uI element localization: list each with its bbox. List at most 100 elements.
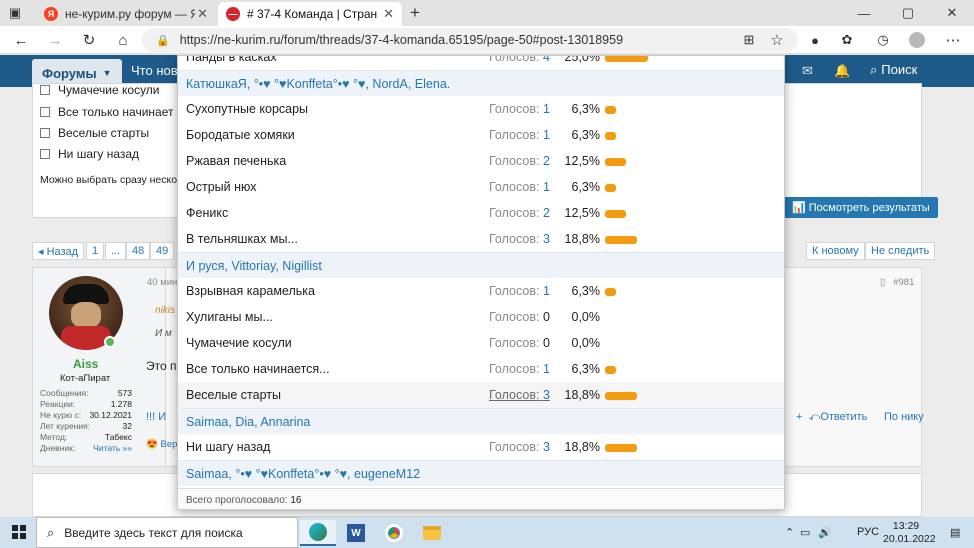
voters-link[interactable]: 1 bbox=[543, 362, 550, 376]
nav-search[interactable]: ⌕ Поиск bbox=[870, 62, 917, 78]
reply-button[interactable]: + ⤺Ответить bbox=[796, 411, 867, 424]
close-window-icon[interactable]: ✕ bbox=[930, 0, 974, 26]
close-icon[interactable]: ✕ bbox=[383, 6, 394, 22]
inbox-icon[interactable]: ✉ bbox=[802, 63, 813, 79]
taskbar-clock[interactable]: 13:29 20.01.2022 bbox=[883, 520, 936, 546]
vote-count[interactable]: Голосов: 3 bbox=[489, 440, 550, 454]
poll-result-row: Ни шагу назад Голосов: 3 18,8% bbox=[178, 434, 784, 460]
voters-link[interactable]: 2 bbox=[543, 154, 550, 168]
reactions[interactable]: 😍 Вер bbox=[146, 439, 177, 450]
voters-link[interactable]: 1 bbox=[543, 180, 550, 194]
voters-link[interactable]: 1 bbox=[543, 102, 550, 116]
voters-link[interactable]: 3 bbox=[543, 388, 550, 402]
poll-option[interactable]: Все только начинает bbox=[40, 105, 174, 119]
voter-names[interactable]: Saimaa, °•♥ °♥Konffeta°•♥ °♥, eugeneM12 bbox=[186, 467, 420, 481]
voters-link[interactable]: 4 bbox=[543, 56, 550, 64]
nav-whats-new[interactable]: Что нов bbox=[131, 63, 178, 78]
checkbox[interactable] bbox=[40, 85, 50, 95]
option-name: Ржавая печенька bbox=[186, 154, 287, 168]
voter-names[interactable]: КатюшкаЯ, °•♥ °♥Konffeta°•♥ °♥, NordA, E… bbox=[186, 77, 450, 91]
bookmark-icon[interactable]: ▯ bbox=[880, 277, 885, 288]
new-tab-button[interactable]: + bbox=[404, 3, 426, 23]
tab-actions-icon[interactable]: ▣ bbox=[4, 3, 26, 23]
checkbox[interactable] bbox=[40, 107, 50, 117]
history-icon[interactable]: ◷ bbox=[872, 30, 894, 50]
unwatch-button[interactable]: Не следить bbox=[865, 242, 936, 260]
home-icon[interactable]: ⌂ bbox=[112, 30, 134, 50]
tab-forum[interactable]: — # 37-4 Команда | Страница 50 | ✕ bbox=[218, 2, 402, 26]
vote-bar bbox=[605, 392, 637, 400]
language-indicator[interactable]: РУС bbox=[857, 526, 879, 538]
prev-page-button[interactable]: ◂ Назад bbox=[32, 242, 85, 260]
page-link[interactable]: 1 bbox=[86, 242, 105, 260]
address-bar[interactable]: 🔒 https://ne-kurim.ru/forum/threads/37-4… bbox=[142, 28, 798, 52]
voters-link[interactable]: 3 bbox=[543, 440, 550, 454]
post-action[interactable]: !!! И bbox=[146, 411, 166, 423]
quote-user[interactable]: nikis bbox=[155, 305, 175, 316]
vote-count[interactable]: Голосов: 1 bbox=[489, 284, 550, 298]
edge-app-icon[interactable] bbox=[300, 520, 336, 546]
tray-chevron-icon[interactable]: ⌃ bbox=[785, 526, 794, 539]
vote-count[interactable]: Голосов: 1 bbox=[489, 180, 550, 194]
file-explorer-icon[interactable] bbox=[414, 520, 450, 546]
voter-names[interactable]: Saimaa, Dia, Annarina bbox=[186, 415, 310, 429]
maximize-icon[interactable]: ▢ bbox=[886, 0, 930, 26]
network-icon[interactable]: ▭ bbox=[800, 526, 810, 539]
vote-percent: 18,8% bbox=[564, 440, 600, 454]
checkbox[interactable] bbox=[40, 128, 50, 138]
poll-result-row: Веселые старты Голосов: 3 18,8% bbox=[178, 382, 784, 408]
voters-list: И руся, Vittoriay, Nigillist bbox=[178, 252, 784, 278]
stat-label: Сообщения: bbox=[40, 388, 89, 398]
volume-icon[interactable]: 🔊 bbox=[818, 526, 832, 539]
close-icon[interactable]: ✕ bbox=[197, 6, 208, 22]
checkbox[interactable] bbox=[40, 149, 50, 159]
reload-icon[interactable]: ↻ bbox=[78, 30, 100, 50]
stat-value: 1.278 bbox=[110, 399, 132, 409]
poll-option[interactable]: Чумачечие косули bbox=[40, 83, 160, 97]
taskbar-search[interactable]: ⌕ Введите здесь текст для поиска bbox=[36, 517, 298, 548]
search-icon: ⌕ bbox=[870, 62, 878, 77]
voters-link[interactable]: 3 bbox=[543, 232, 550, 246]
profile-avatar[interactable] bbox=[906, 30, 928, 50]
vote-count[interactable]: Голосов: 3 bbox=[489, 232, 550, 246]
word-app-icon[interactable]: W bbox=[338, 520, 374, 546]
chrome-app-icon[interactable] bbox=[376, 520, 412, 546]
voters-link[interactable]: 1 bbox=[543, 128, 550, 142]
page-link[interactable]: 49 bbox=[150, 242, 175, 260]
tab-yandex[interactable]: Я не-курим.ру форум — Яндекс: ✕ bbox=[36, 2, 216, 26]
vote-count[interactable]: Голосов: 2 bbox=[489, 206, 550, 220]
notifications-icon[interactable]: ▤ bbox=[950, 526, 960, 539]
to-new-button[interactable]: К новому bbox=[806, 242, 865, 260]
page-ellipsis[interactable]: ... bbox=[105, 242, 127, 260]
vote-count[interactable]: Голосов: 1 bbox=[489, 128, 550, 142]
poll-option[interactable]: Ни шагу назад bbox=[40, 147, 139, 161]
post-time[interactable]: 40 мин bbox=[147, 277, 177, 288]
page-link[interactable]: 48 bbox=[126, 242, 151, 260]
option-name: Веселые старты bbox=[186, 388, 281, 402]
extensions-puzzle-icon[interactable]: ✿ bbox=[836, 30, 858, 50]
vote-count[interactable]: Голосов: 1 bbox=[489, 362, 550, 376]
favorites-star-icon[interactable]: ☆ bbox=[766, 30, 788, 50]
by-nick-button[interactable]: По нику bbox=[884, 411, 924, 423]
apps-icon[interactable]: ⊞ bbox=[738, 30, 760, 50]
vote-count[interactable]: Голосов: 2 bbox=[489, 154, 550, 168]
diary-link[interactable]: Читать »» bbox=[93, 443, 132, 453]
vote-count: Голосов: 0 bbox=[489, 310, 550, 324]
post-number[interactable]: ▯ #981 bbox=[880, 277, 914, 288]
extension-icon[interactable]: ● bbox=[804, 30, 826, 50]
view-results-button[interactable]: 📊 Посмотреть результаты bbox=[784, 197, 938, 218]
option-name: Все только начинается... bbox=[186, 362, 330, 376]
back-icon[interactable]: ← bbox=[10, 30, 32, 50]
vote-count[interactable]: Голосов: 3 bbox=[489, 388, 550, 402]
windows-start-icon[interactable] bbox=[12, 525, 26, 539]
voters-link[interactable]: 2 bbox=[543, 206, 550, 220]
forward-icon[interactable]: → bbox=[44, 30, 66, 50]
user-name[interactable]: Aiss bbox=[73, 357, 98, 371]
vote-count[interactable]: Голосов: 1 bbox=[489, 102, 550, 116]
minimize-icon[interactable]: — bbox=[842, 0, 886, 26]
voter-names[interactable]: И руся, Vittoriay, Nigillist bbox=[186, 259, 322, 273]
menu-dots-icon[interactable]: ⋯ bbox=[942, 30, 964, 50]
bell-icon[interactable]: 🔔 bbox=[834, 63, 850, 79]
voters-link[interactable]: 1 bbox=[543, 284, 550, 298]
poll-option[interactable]: Веселые старты bbox=[40, 126, 149, 140]
